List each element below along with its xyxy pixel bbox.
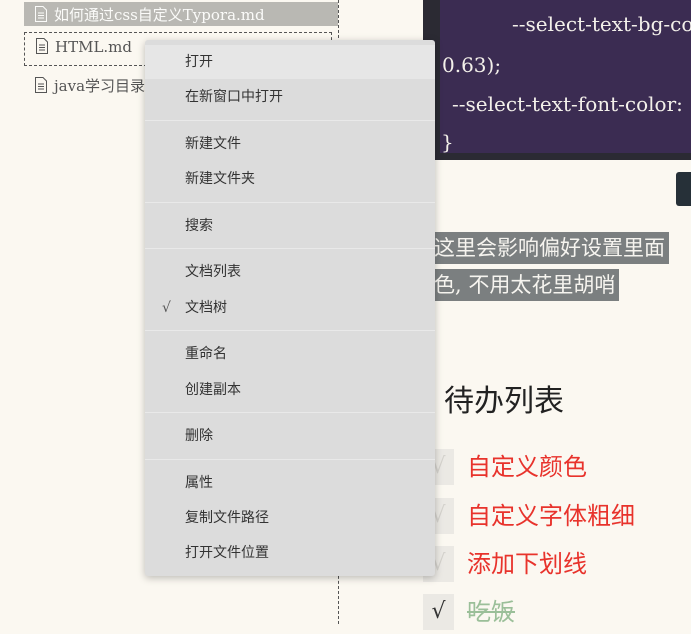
menu-item-open[interactable]: 打开 (145, 45, 435, 79)
menu-separator (145, 248, 435, 249)
menu-item-copy-path[interactable]: 复制文件路径 (145, 501, 435, 535)
menu-item-properties[interactable]: 属性 (145, 466, 435, 500)
menu-item-duplicate[interactable]: 创建副本 (145, 373, 435, 407)
menu-separator (145, 120, 435, 121)
document-icon (35, 38, 49, 54)
menu-item-new-folder[interactable]: 新建文件夹 (145, 162, 435, 196)
menu-separator (145, 330, 435, 331)
todo-checkbox[interactable]: √ (423, 594, 454, 630)
menu-separator (145, 412, 435, 413)
document-icon (34, 77, 48, 93)
todo-text: 自定义字体粗细 (467, 502, 635, 530)
menu-item-label: 文档树 (185, 300, 227, 316)
selected-text: 色, 不用太花里胡哨 (432, 269, 620, 301)
menu-item-open-new-window[interactable]: 在新窗口中打开 (145, 80, 435, 114)
todo-text: 添加下划线 (467, 550, 587, 578)
code-language-button[interactable] (676, 172, 691, 206)
menu-item-open-location[interactable]: 打开文件位置 (145, 536, 435, 570)
code-line: 0.63); (442, 53, 502, 77)
menu-item-search[interactable]: 搜索 (145, 209, 435, 243)
checkmark-icon: √ (162, 300, 171, 316)
menu-separator (145, 202, 435, 203)
todo-heading: 待办列表 (444, 384, 564, 419)
menu-item-doc-list[interactable]: 文档列表 (145, 255, 435, 289)
todo-text: 吃饭 (467, 598, 515, 626)
code-line: --select-text-font-color: (452, 92, 683, 116)
document-icon (34, 6, 48, 22)
context-menu: 打开 在新窗口中打开 新建文件 新建文件夹 搜索 文档列表 √ 文档树 重命名 … (145, 40, 435, 576)
menu-item-doc-tree[interactable]: √ 文档树 (145, 291, 435, 325)
file-item-label: 如何通过css自定义Typora.md (54, 5, 265, 24)
code-line: --select-text-bg-col (512, 12, 691, 36)
code-line: } (441, 130, 454, 154)
menu-separator (145, 459, 435, 460)
file-item-typora-css[interactable]: 如何通过css自定义Typora.md (24, 2, 338, 26)
menu-item-new-file[interactable]: 新建文件 (145, 127, 435, 161)
todo-text: 自定义颜色 (467, 453, 587, 481)
menu-item-rename[interactable]: 重命名 (145, 337, 435, 371)
file-item-label: HTML.md (55, 38, 132, 56)
menu-item-delete[interactable]: 删除 (145, 419, 435, 453)
selected-text: 这里会影响偏好设置里面 (432, 232, 669, 264)
